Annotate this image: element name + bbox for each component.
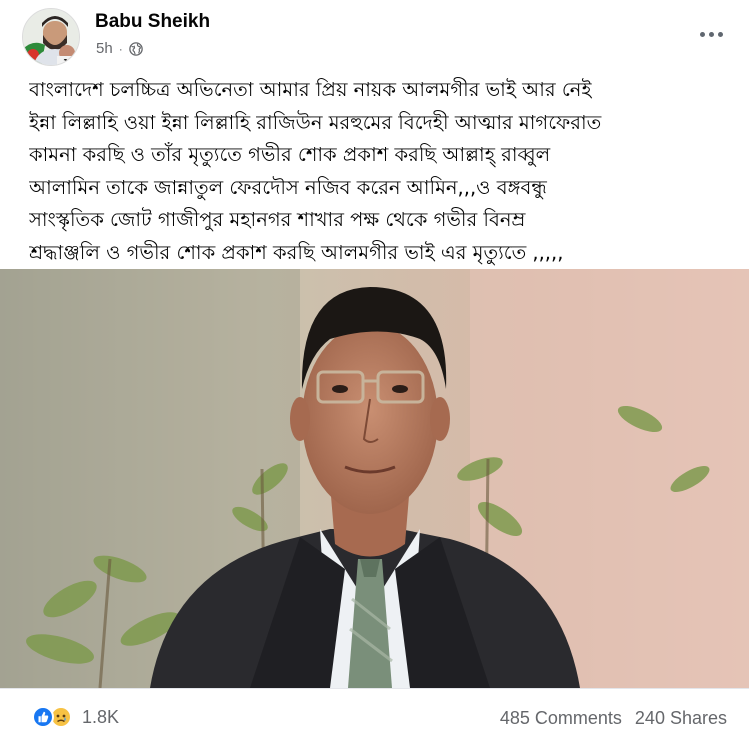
caption-line: শ্রদ্ধাঞ্জলি ও গভীর শোক প্রকাশ করছি আলমগ… [29,240,564,264]
separator-dot: · [118,41,123,56]
engagement-stats: 485 Comments 240 Shares [500,708,727,729]
post-photo[interactable] [0,269,749,688]
post-caption: বাংলাদেশ চলচ্চিত্র অভিনেতা আমার প্রিয় ন… [29,74,729,269]
reactions-summary[interactable]: 1.8K [32,706,119,728]
author-name[interactable]: Babu Sheikh [95,11,210,33]
post-header: 150 Babu Sheikh 5h · [22,8,732,68]
caption-line: বাংলাদেশ চলচ্চিত্র অভিনেতা আমার প্রিয় ন… [29,78,592,101]
avatar-badge: 150 [63,58,80,66]
avatar[interactable]: 150 [22,8,80,66]
post-meta: 5h · [96,40,143,57]
caption-line: কামনা করছি ও তাঁর মৃত্যুতে গভীর শোক প্রক… [29,143,551,166]
facebook-post: 150 Babu Sheikh 5h · বাংলাদেশ চলচ্চিত্র … [0,0,749,741]
comments-count-link[interactable]: 485 Comments [500,708,622,729]
reaction-count: 1.8K [82,706,120,727]
portrait-image [0,269,749,688]
shares-count-link[interactable]: 240 Shares [635,708,727,729]
like-reaction-icon [32,706,54,728]
more-options-icon[interactable] [696,24,726,44]
caption-line: সাংস্কৃতিক জোট গাজীপুর মহানগর শাখার পক্ষ… [29,208,526,231]
avatar-image: 150 [23,9,80,66]
caption-line: ইন্না লিল্লাহি ওয়া ইন্না লিল্লাহি রাজিউ… [29,110,602,134]
post-footer: 1.8K 485 Comments 240 Shares [0,688,749,741]
timestamp[interactable]: 5h [96,40,113,57]
globe-icon[interactable] [128,41,143,56]
caption-line: আলামিন তাকে জান্নাতুল ফেরদৌস নজিব করেন আ… [29,175,547,199]
